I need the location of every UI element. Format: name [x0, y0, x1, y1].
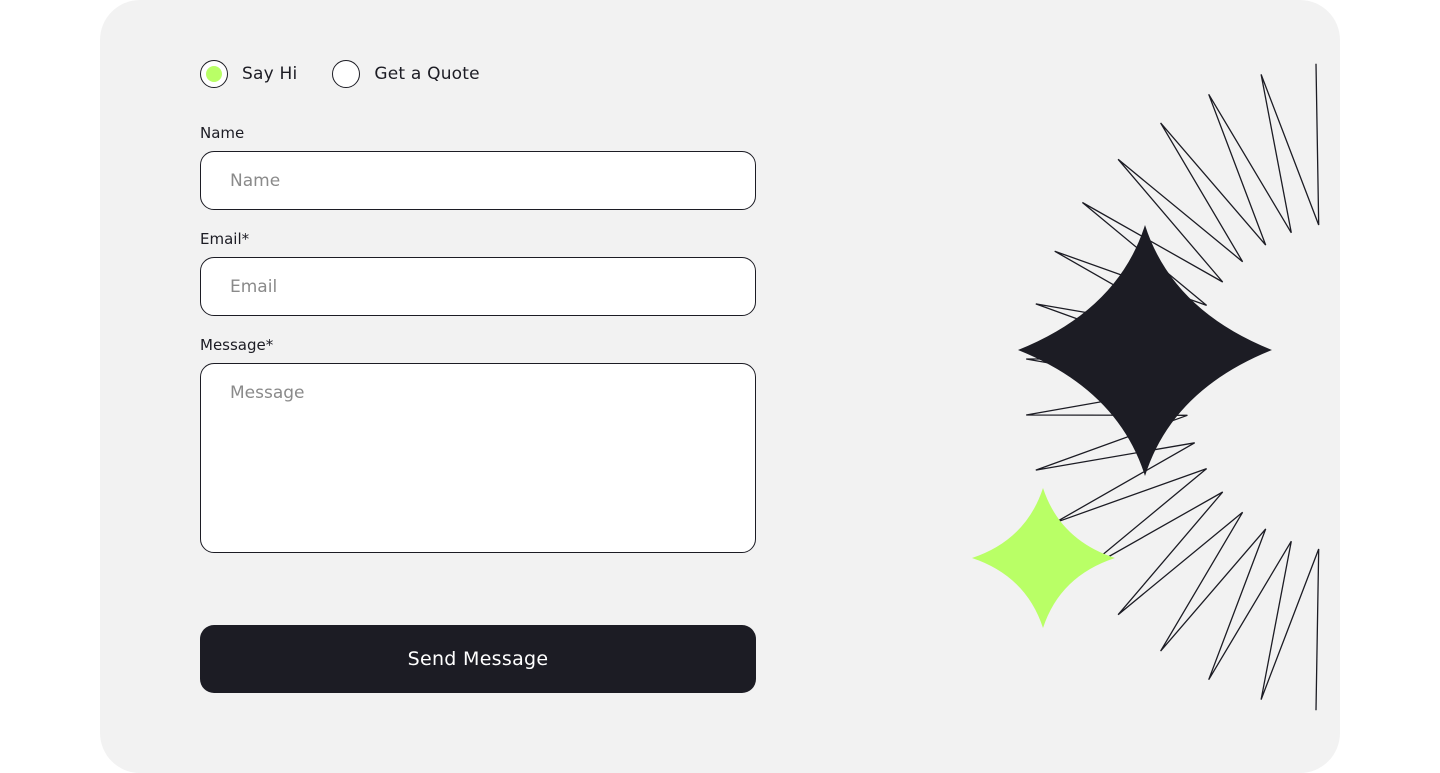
contact-form: Say Hi Get a Quote Name Email* Message* …: [200, 58, 756, 693]
large-star-icon: [1018, 225, 1272, 476]
radio-selected-dot: [206, 66, 222, 82]
name-input[interactable]: [200, 151, 756, 210]
radio-say-hi-circle[interactable]: [200, 60, 228, 88]
send-message-button[interactable]: Send Message: [200, 625, 756, 693]
radio-say-hi[interactable]: Say Hi: [200, 60, 297, 88]
small-star-icon: [972, 488, 1115, 628]
name-field-group: Name: [200, 124, 756, 210]
radio-get-a-quote-label[interactable]: Get a Quote: [374, 64, 479, 84]
message-label: Message*: [200, 336, 274, 354]
message-textarea[interactable]: [200, 363, 756, 553]
burst-rays-path: [1026, 63, 1320, 711]
contact-type-radio-group: Say Hi Get a Quote: [200, 58, 756, 90]
email-label: Email*: [200, 230, 250, 248]
message-field-group: Message*: [200, 336, 756, 553]
email-input[interactable]: [200, 257, 756, 316]
contact-card: Say Hi Get a Quote Name Email* Message* …: [100, 0, 1340, 773]
email-field-group: Email*: [200, 230, 756, 316]
radio-get-a-quote[interactable]: Get a Quote: [332, 60, 480, 88]
name-label: Name: [200, 124, 245, 142]
burst-rays-icon: [1026, 63, 1320, 711]
radio-get-a-quote-circle[interactable]: [332, 60, 361, 88]
radio-say-hi-label[interactable]: Say Hi: [242, 64, 297, 84]
